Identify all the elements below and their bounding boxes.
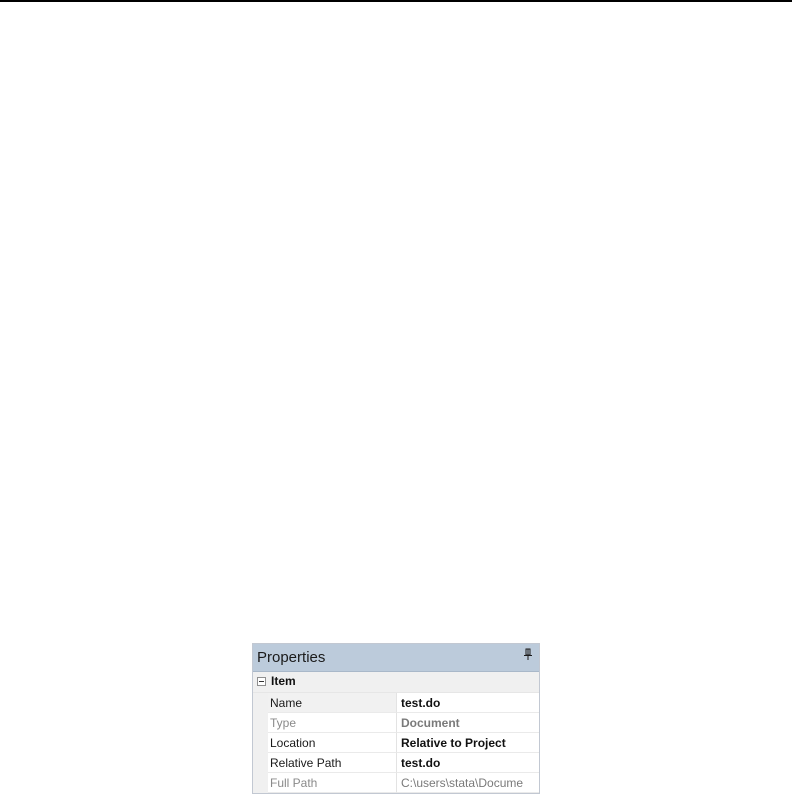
row-gutter (253, 773, 268, 793)
property-row-name[interactable]: Name test.do (253, 693, 539, 713)
properties-panel: Properties Item Name test.do Type Docume… (252, 643, 540, 794)
properties-title-bar: Properties (253, 644, 539, 672)
property-location-value[interactable]: Relative to Project (397, 733, 539, 753)
property-type-value: Document (397, 713, 539, 733)
property-full-path-label: Full Path (268, 773, 397, 793)
panel-title: Properties (257, 649, 326, 666)
property-full-path-value: C:\users\stata\Docume (397, 773, 539, 793)
property-name-label: Name (268, 693, 397, 713)
property-row-full-path[interactable]: Full Path C:\users\stata\Docume (253, 773, 539, 793)
property-location-label: Location (268, 733, 397, 753)
property-row-type[interactable]: Type Document (253, 713, 539, 733)
row-gutter (253, 713, 268, 733)
row-gutter (253, 693, 268, 713)
property-name-value[interactable]: test.do (397, 693, 539, 713)
property-relative-path-value[interactable]: test.do (397, 753, 539, 773)
property-relative-path-label: Relative Path (268, 753, 397, 773)
pin-icon[interactable] (523, 648, 533, 662)
category-label: Item (271, 674, 296, 688)
collapse-minus-icon[interactable] (257, 677, 266, 686)
property-type-label: Type (268, 713, 397, 733)
row-gutter (253, 733, 268, 753)
row-gutter (253, 753, 268, 773)
property-row-relative-path[interactable]: Relative Path test.do (253, 753, 539, 773)
top-border-line (0, 0, 792, 2)
property-row-location[interactable]: Location Relative to Project (253, 733, 539, 753)
category-item-header[interactable]: Item (253, 672, 539, 693)
